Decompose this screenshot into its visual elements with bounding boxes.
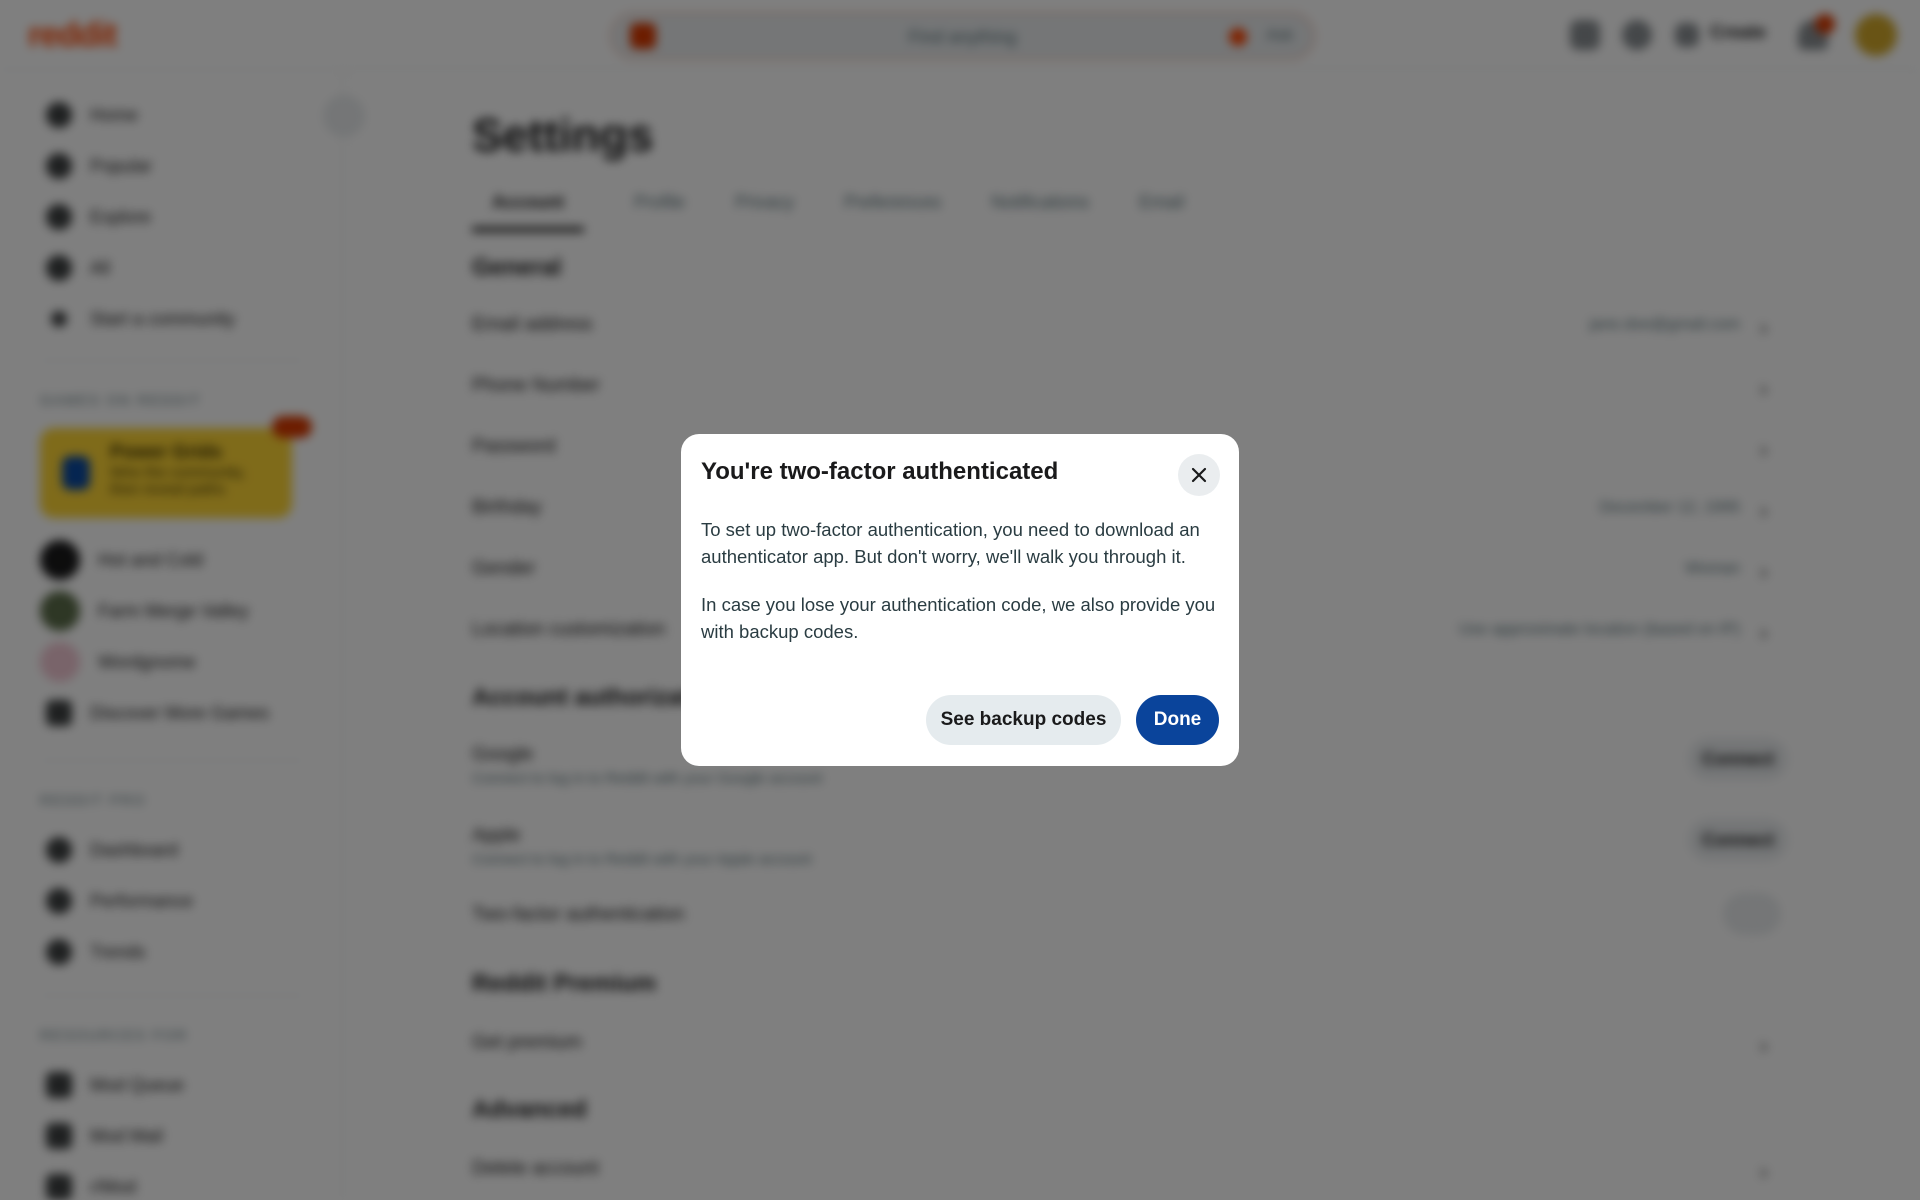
- see-backup-codes-button[interactable]: See backup codes: [926, 695, 1121, 745]
- done-button[interactable]: Done: [1136, 695, 1219, 745]
- dialog-title: You're two-factor authenticated: [701, 458, 1059, 485]
- two-factor-dialog: You're two-factor authenticated To set u…: [681, 434, 1239, 766]
- dialog-paragraph: To set up two-factor authentication, you…: [701, 519, 1200, 567]
- close-button[interactable]: [1178, 454, 1220, 496]
- close-icon: [1191, 467, 1207, 483]
- dialog-paragraph: In case you lose your authentication cod…: [701, 594, 1216, 642]
